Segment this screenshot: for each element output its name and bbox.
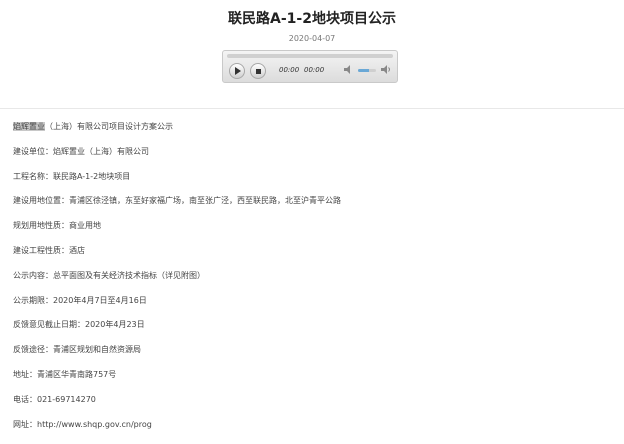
article-heading-line: 焰辉置业（上海）有限公司项目设计方案公示 [13, 122, 613, 147]
duration: 00:00 [304, 66, 325, 74]
volume-max-icon[interactable] [381, 65, 391, 74]
progress-bar[interactable] [227, 54, 393, 58]
notice-content: 公示内容：总平面图及有关经济技术指标（详见附图） [13, 270, 205, 280]
audio-player: 00:00 00:00 [222, 50, 398, 83]
website[interactable]: 网址：http://www.shqp.gov.cn/prog [13, 420, 613, 444]
feedback-channel: 反馈途径：青浦区规划和自然资源局 [13, 345, 141, 355]
volume-slider[interactable] [358, 69, 376, 72]
project-nature: 建设工程性质：酒店 [13, 245, 85, 255]
highlighted-text: 焰辉置业 [13, 122, 45, 131]
construction-unit: 建设单位：焰辉置业（上海）有限公司 [13, 146, 149, 156]
land-use: 规划用地性质：商业用地 [13, 221, 101, 231]
volume-fill [358, 69, 369, 72]
project-name: 工程名称：联民路A-1-2地块项目 [13, 171, 131, 181]
play-icon [235, 67, 241, 75]
address: 地址：青浦区华青南路757号 [13, 369, 117, 379]
article-content: 焰辉置业（上海）有限公司项目设计方案公示 建设单位：焰辉置业（上海）有限公司 工… [13, 122, 613, 444]
land-location: 建设用地位置：青浦区徐泾镇，东至好家福广场，南至张广泾，西至联民路，北至沪青平公… [13, 196, 341, 206]
publish-date: 2020-04-07 [288, 34, 336, 43]
volume-mute-icon[interactable] [344, 65, 354, 74]
stop-button[interactable] [250, 63, 266, 79]
stop-icon [255, 68, 261, 74]
phone: 电话：021-69714270 [13, 394, 96, 404]
divider [0, 108, 624, 109]
notice-period: 公示期限：2020年4月7日至4月16日 [13, 295, 147, 305]
feedback-deadline: 反馈意见截止日期：2020年4月23日 [13, 320, 145, 330]
heading-text: （上海）有限公司项目设计方案公示 [45, 122, 173, 131]
page-title: 联民路A-1-2地块项目公示 [228, 11, 396, 27]
current-time: 00:00 [279, 66, 300, 74]
play-button[interactable] [229, 63, 245, 79]
